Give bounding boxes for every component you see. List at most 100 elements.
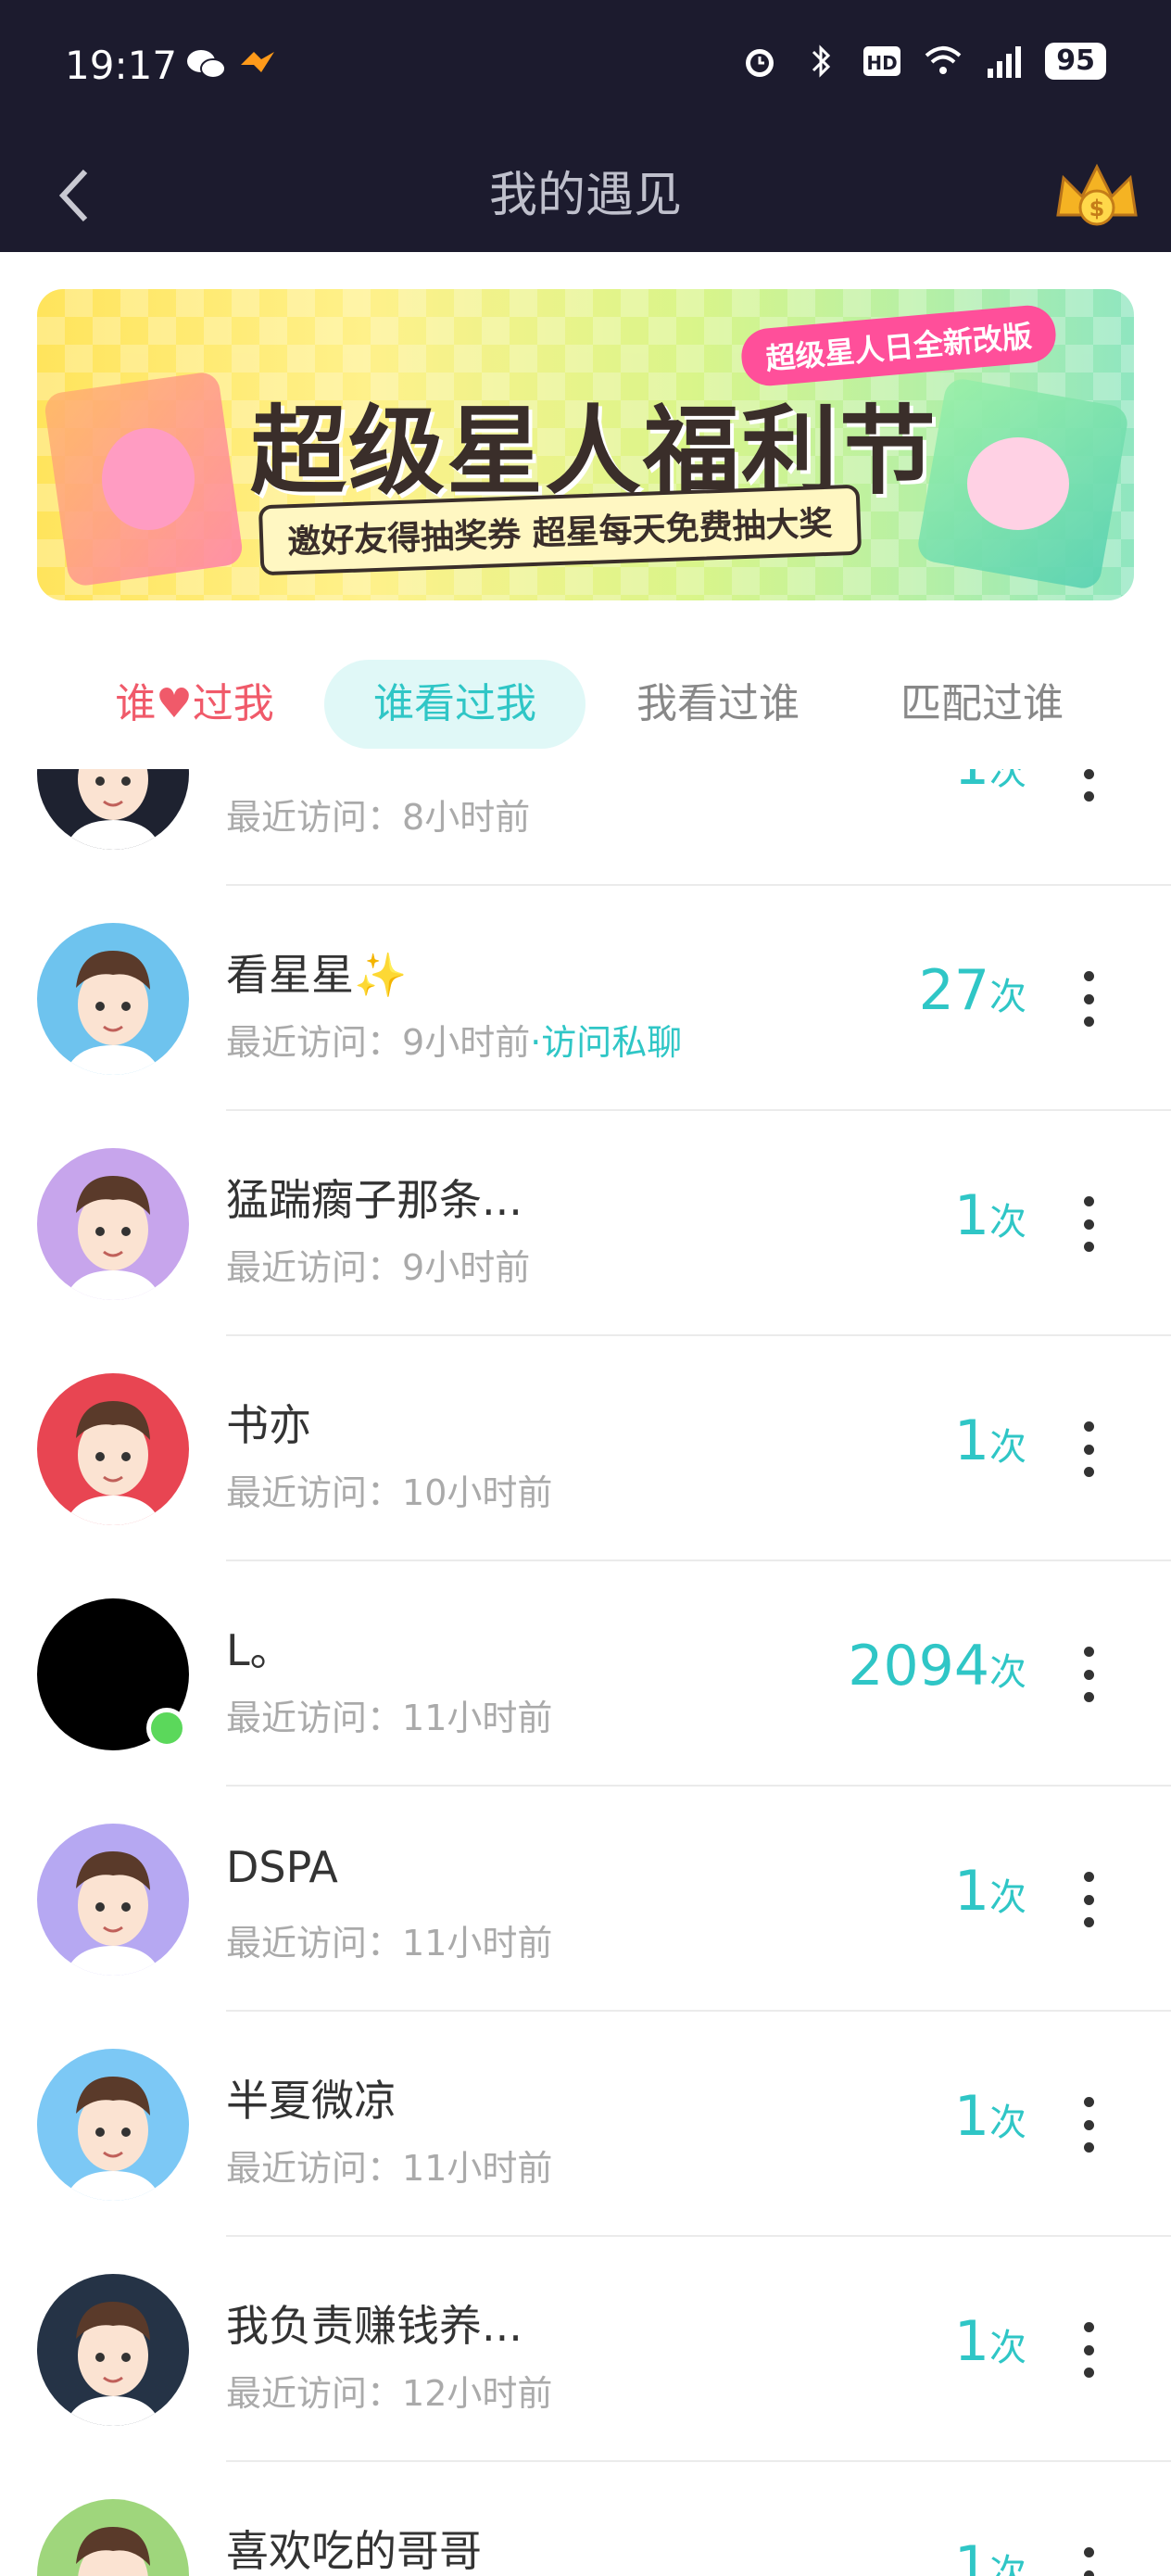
visit-count: 2094次	[848, 1634, 1026, 1698]
visit-count-number: 1	[954, 769, 989, 798]
visit-count-number: 1	[953, 1859, 989, 1924]
visitor-name: 看星星✨	[226, 950, 408, 1000]
visit-count-number: 1	[953, 2534, 989, 2576]
tab-label-prefix: 谁	[115, 680, 157, 727]
visit-time: 最近访问：11小时前	[226, 2140, 552, 2191]
page-title: 我的遇见	[488, 168, 682, 223]
list-item[interactable]: DSPA 最近访问：11小时前 1次	[0, 1787, 1171, 2012]
visit-count-unit: 次	[989, 2552, 1026, 2576]
list-item[interactable]: 半夏微凉最近访问：11小时前 1次	[0, 2012, 1171, 2237]
hd-icon: HD	[863, 46, 901, 76]
signal-icon	[988, 46, 1022, 78]
visit-count-unit: 次	[989, 769, 1026, 793]
more-options-icon[interactable]	[1065, 2538, 1112, 2576]
visit-label: 最近访问：	[226, 1698, 403, 1738]
list-item[interactable]: L。最近访问：11小时前 2094次	[0, 1561, 1171, 1787]
visit-count-number: 1	[953, 1408, 989, 1473]
visit-count-number: 2094	[848, 1634, 989, 1698]
more-options-icon[interactable]	[1065, 1412, 1112, 1486]
visitor-name: 猛踹瘸子那条...	[226, 1175, 523, 1225]
visit-count: 1次	[954, 2084, 1026, 2149]
app-notification-icon	[241, 52, 274, 72]
tab-who-liked-me[interactable]: 谁♥过我	[74, 660, 315, 749]
avatar[interactable]	[37, 2049, 189, 2201]
visitor-name: L。	[226, 1625, 293, 1675]
avatar[interactable]	[37, 769, 189, 850]
visit-label: 最近访问：	[226, 2148, 403, 2189]
visit-count-unit: 次	[989, 1201, 1026, 1244]
visit-count-unit: 次	[989, 1876, 1026, 1919]
visit-time: 最近访问：10小时前	[226, 1464, 552, 1515]
wechat-icon	[187, 50, 226, 79]
more-options-icon[interactable]	[1065, 2088, 1112, 2162]
more-options-icon[interactable]	[1065, 1863, 1112, 1937]
tab-who-viewed-me[interactable]: 谁看过我	[324, 660, 586, 749]
visitor-name: 书亦	[226, 1400, 311, 1450]
visit-count-unit: 次	[989, 1651, 1026, 1694]
visit-label: 最近访问：	[226, 1022, 403, 1063]
visit-count-unit: 次	[989, 2102, 1026, 2144]
visit-count-number: 27	[918, 958, 989, 1023]
visit-time: 最近访问：8小时前	[226, 789, 530, 840]
more-options-icon[interactable]	[1065, 769, 1112, 811]
avatar[interactable]	[37, 2499, 189, 2576]
visitor-name: 我负责赚钱养...	[226, 2301, 523, 2351]
visit-time-value: 9小时前	[402, 1022, 531, 1063]
more-options-icon[interactable]	[1065, 1187, 1112, 1261]
visit-count-unit: 次	[989, 2327, 1026, 2369]
visit-time: 最近访问：9小时前·访问私聊	[226, 1014, 682, 1065]
visit-time: 最近访问：11小时前	[226, 1914, 552, 1965]
avatar[interactable]	[37, 2274, 189, 2426]
visit-time: 最近访问：12小时前	[226, 2365, 552, 2416]
tab-label-suffix: 过我	[192, 680, 274, 727]
avatar[interactable]	[37, 1148, 189, 1300]
more-options-icon[interactable]	[1065, 962, 1112, 1036]
avatar[interactable]	[37, 1373, 189, 1525]
visit-count-unit: 次	[989, 976, 1026, 1018]
visit-time-value: 8小时前	[402, 797, 531, 838]
svg-text:$: $	[1089, 196, 1105, 221]
list-item[interactable]: 看星星✨ 最近访问：9小时前·访问私聊 27次	[0, 886, 1171, 1111]
visit-label: 最近访问：	[226, 2373, 403, 2414]
promo-banner[interactable]: 超级星人日全新改版 超级星人福利节 邀好友得抽奖券 超星每天免费抽大奖	[37, 289, 1134, 600]
avatar[interactable]	[37, 923, 189, 1075]
visit-count: 1次	[954, 1859, 1026, 1924]
wifi-icon	[925, 46, 962, 74]
visit-time: 最近访问：11小时前	[226, 1689, 552, 1740]
tab-who-i-viewed[interactable]: 我看过谁	[611, 660, 825, 749]
nav-bar: 我的遇见 $	[0, 139, 1171, 252]
visit-label: 最近访问：	[226, 1472, 403, 1513]
private-chat-link[interactable]: ·访问私聊	[530, 1022, 682, 1063]
more-options-icon[interactable]	[1065, 2313, 1112, 2387]
banner-toy-right	[967, 437, 1069, 530]
tab-who-i-matched[interactable]: 匹配过谁	[871, 660, 1093, 749]
visit-time-value: 9小时前	[402, 1247, 531, 1288]
visit-count: 1次	[954, 769, 1026, 798]
visit-count-number: 1	[953, 2309, 989, 2374]
list-item[interactable]: 最近访问：8小时前 1次	[0, 769, 1171, 886]
crown-coin-icon: $	[1056, 163, 1138, 226]
list-item[interactable]: 喜欢吃的哥哥 1次	[0, 2462, 1171, 2576]
visit-count-unit: 次	[989, 1426, 1026, 1469]
visit-time-value: 12小时前	[402, 2373, 553, 2414]
visit-time-value: 10小时前	[402, 1472, 553, 1513]
status-time: 19:17	[65, 43, 178, 88]
visitor-name: 喜欢吃的哥哥	[226, 2526, 482, 2576]
tab-bar: 谁♥过我 谁看过我 我看过谁 匹配过谁	[0, 660, 1171, 749]
visitor-name: DSPA	[226, 1842, 338, 1892]
battery-indicator: 95	[1045, 43, 1106, 80]
banner-toy-left	[102, 428, 195, 530]
avatar[interactable]	[37, 1824, 189, 1976]
list-item[interactable]: 我负责赚钱养... 最近访问：12小时前 1次	[0, 2237, 1171, 2462]
list-item[interactable]: 书亦最近访问：10小时前 1次	[0, 1336, 1171, 1561]
more-options-icon[interactable]	[1065, 1637, 1112, 1711]
super-star-button[interactable]: $	[1051, 150, 1143, 243]
visitor-list: 最近访问：8小时前1次看星星✨最近访问：9小时前·访问私聊27次猛踹瘸子那条..…	[0, 769, 1171, 2576]
visit-count: 1次	[954, 2534, 1026, 2576]
visitor-name: 半夏微凉	[226, 2076, 397, 2126]
visit-time: 最近访问：9小时前	[226, 1239, 530, 1290]
visit-time-value: 11小时前	[402, 2148, 553, 2189]
visit-label: 最近访问：	[226, 1923, 403, 1964]
visit-count: 1次	[954, 1408, 1026, 1473]
list-item[interactable]: 猛踹瘸子那条... 最近访问：9小时前 1次	[0, 1111, 1171, 1336]
